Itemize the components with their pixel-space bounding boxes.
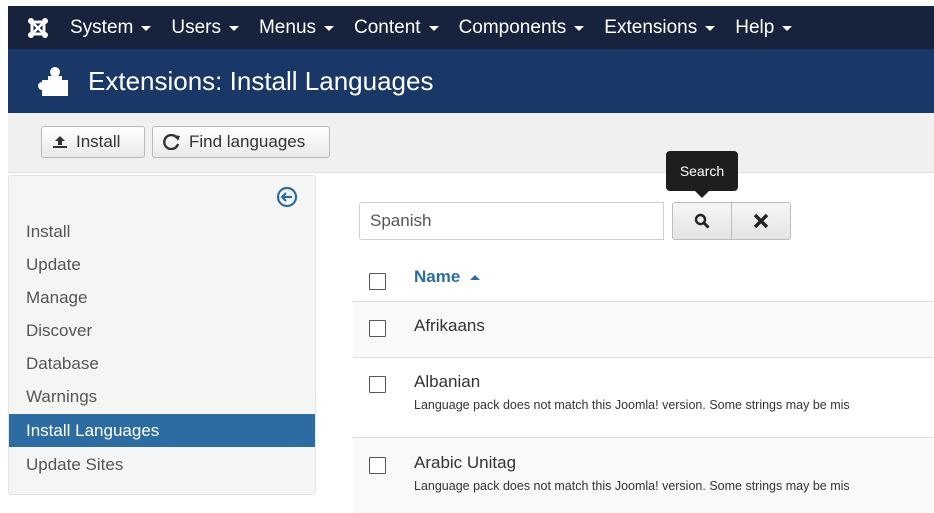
joomla-logo-icon[interactable] [16, 6, 60, 49]
sidebar-item-manage[interactable]: Manage [9, 281, 315, 314]
install-button[interactable]: Install [41, 126, 145, 158]
caret-down-icon [428, 26, 439, 31]
name-column-header[interactable]: Name [414, 267, 481, 287]
row-checkbox[interactable] [369, 320, 386, 337]
nav-users-label: Users [171, 16, 221, 38]
sidebar-item-install[interactable]: Install [9, 215, 315, 248]
nav-extensions-menu[interactable]: Extensions [594, 6, 725, 49]
search-input-value: Spanish [370, 211, 432, 230]
nav-components-menu[interactable]: Components [449, 6, 595, 49]
caret-down-icon [782, 26, 793, 31]
sidebar-item-discover[interactable]: Discover [9, 314, 315, 347]
close-icon [753, 213, 769, 229]
table-row [353, 438, 934, 513]
search-icon [694, 213, 710, 229]
search-tooltip-text: Search [679, 163, 725, 179]
page-header: Extensions: Install Languages [8, 49, 934, 113]
upload-icon [52, 135, 68, 149]
nav-menus-menu[interactable]: Menus [249, 6, 344, 49]
refresh-icon [163, 134, 181, 150]
table-divider [353, 357, 934, 358]
caret-down-icon [705, 26, 716, 31]
sidebar-item-label: Install [26, 221, 71, 241]
sort-ascending-icon [470, 274, 481, 280]
sidebar-item-label: Discover [26, 320, 93, 340]
caret-down-icon [228, 26, 239, 31]
top-navbar: System Users Menus Content Components Ex… [8, 6, 934, 49]
caret-down-icon [574, 26, 585, 31]
clear-search-button[interactable] [731, 202, 791, 240]
row-checkbox[interactable] [369, 376, 386, 393]
language-note: Language pack does not match this Joomla… [414, 479, 850, 493]
sidebar-item-label: Warnings [26, 386, 98, 406]
nav-system-label: System [70, 16, 134, 38]
name-column-label: Name [414, 267, 461, 286]
language-name: Arabic Unitag [414, 453, 517, 472]
caret-down-icon [141, 26, 152, 31]
sidebar-item-label: Update [26, 254, 81, 274]
nav-system-menu[interactable]: System [60, 6, 161, 49]
sidebar-item-install-languages[interactable]: Install Languages [9, 414, 315, 447]
nav-content-label: Content [354, 16, 421, 38]
find-languages-button[interactable]: Find languages [152, 126, 330, 158]
toolbar: Install Find languages [8, 113, 934, 173]
search-button[interactable] [672, 202, 732, 240]
row-checkbox[interactable] [369, 457, 386, 474]
sidebar-item-update-sites[interactable]: Update Sites [9, 448, 315, 481]
search-input[interactable]: Spanish [359, 202, 664, 240]
find-languages-button-label: Find languages [189, 132, 306, 151]
search-tooltip: Search [666, 151, 738, 198]
sidebar-item-database[interactable]: Database [9, 347, 315, 380]
nav-help-menu[interactable]: Help [725, 6, 802, 49]
nav-extensions-label: Extensions [604, 16, 698, 38]
nav-help-label: Help [735, 16, 775, 38]
install-button-label: Install [76, 132, 121, 151]
language-name: Albanian [414, 372, 481, 391]
select-all-checkbox[interactable] [369, 273, 386, 290]
collapse-sidebar-icon[interactable] [276, 186, 298, 208]
sidebar-item-label: Manage [26, 287, 88, 307]
sidebar-item-label: Database [26, 353, 99, 373]
nav-components-label: Components [458, 16, 567, 38]
nav-menus-label: Menus [258, 16, 317, 38]
sidebar-item-label: Update Sites [26, 454, 124, 474]
sidebar-item-update[interactable]: Update [9, 248, 315, 281]
language-name: Afrikaans [414, 316, 485, 335]
page-title: Extensions: Install Languages [88, 65, 434, 96]
sidebar-item-label: Install Languages [26, 420, 160, 440]
language-note: Language pack does not match this Joomla… [414, 398, 850, 412]
caret-down-icon [324, 26, 335, 31]
sidebar: Install Update Manage Discover Database … [8, 175, 316, 495]
sidebar-item-warnings[interactable]: Warnings [9, 380, 315, 413]
nav-content-menu[interactable]: Content [344, 6, 449, 49]
puzzle-piece-icon [38, 67, 68, 96]
nav-users-menu[interactable]: Users [161, 6, 249, 49]
